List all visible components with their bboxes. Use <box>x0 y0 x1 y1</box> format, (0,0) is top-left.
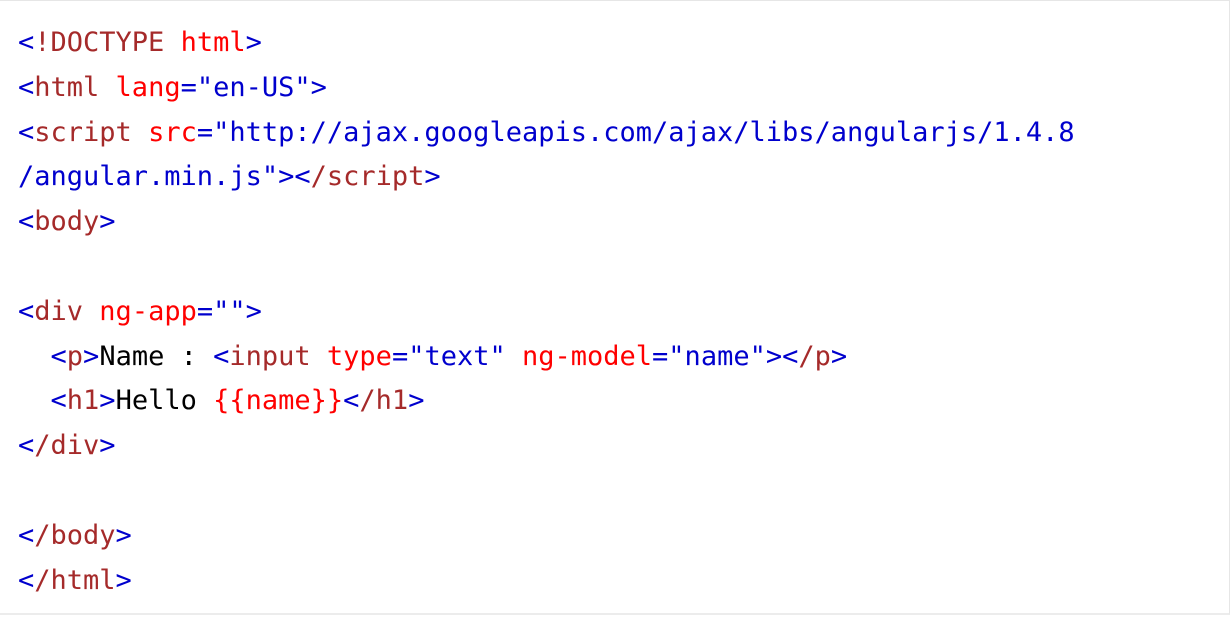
code-token-attr-value: ="text" <box>391 340 506 372</box>
code-line: <div ng-app=""> <box>18 290 1075 335</box>
code-line: <script src="http://ajax.googleapis.com/… <box>18 111 1075 156</box>
code-token-punctuation: > <box>830 340 848 372</box>
code-token-tag-name: /html <box>34 564 116 596</box>
code-line: <h1>Hello {{name}}</h1> <box>18 379 1075 424</box>
code-token-attr-name: html <box>164 27 246 58</box>
code-example-panel: <!DOCTYPE html> <html lang="en-US"> <scrip… <box>0 0 1230 615</box>
code-token-attr-value: ="http://ajax.googleapis.com/ajax/libs/a… <box>196 116 1075 148</box>
code-token-punctuation: > <box>99 430 116 462</box>
code-line: <!DOCTYPE html> <box>18 21 1075 66</box>
code-token-punctuation: > <box>115 564 132 596</box>
code-token-punctuation: < <box>18 295 35 327</box>
code-token-punctuation: > <box>99 385 116 417</box>
code-token-punctuation: < <box>213 340 230 372</box>
code-token-text: Hello <box>115 385 214 417</box>
code-token-attr-name: ng-app <box>83 295 197 327</box>
code-token-punctuation: < <box>18 430 35 462</box>
code-token-tag-name: /body <box>34 519 116 551</box>
code-line: <html lang="en-US"> <box>18 66 1075 111</box>
code-token-punctuation: < <box>18 71 35 103</box>
code-token-tag-name: !DOCTYPE <box>34 27 165 58</box>
code-token-punctuation: > <box>310 71 327 103</box>
code-token-punctuation: < <box>18 206 35 238</box>
code-token-punctuation: > <box>99 206 116 238</box>
code-line: <p>Name : <input type="text" ng-model="n… <box>18 335 1075 380</box>
code-token-tag-name: script <box>34 116 132 148</box>
code-block: <!DOCTYPE html> <html lang="en-US"> <scrip… <box>18 21 1075 603</box>
code-token-tag-name: body <box>34 206 100 238</box>
code-token-punctuation: < <box>18 27 35 58</box>
code-token-punctuation: > <box>83 340 100 372</box>
code-token-punctuation: < <box>343 385 360 417</box>
code-token-attr-value: ="name" <box>652 340 766 372</box>
code-line: </html> <box>18 559 1075 604</box>
code-line: </div> <box>18 424 1075 469</box>
code-token-punctuation: < <box>18 564 35 596</box>
code-token-tag-name: div <box>34 295 84 327</box>
code-token-attr-name: type <box>310 340 392 372</box>
code-line: /angular.min.js"></script> <box>18 155 1075 200</box>
code-token-punctuation: > <box>245 295 262 327</box>
code-token-expression: {{name}} <box>213 385 344 417</box>
code-token-tag-name: p <box>66 340 84 372</box>
code-token-attr-value: ="" <box>196 295 246 327</box>
code-token-punctuation: >< <box>278 161 311 193</box>
code-token-tag-name: html <box>34 71 100 103</box>
code-token-punctuation: < <box>18 519 35 551</box>
code-token-punctuation: > <box>245 27 262 58</box>
code-token-punctuation: < <box>50 340 67 372</box>
code-token-punctuation: > <box>424 161 441 193</box>
code-token-punctuation: >< <box>765 340 799 372</box>
code-token-text: Name : <box>99 340 214 372</box>
code-token-attr-name: ng-model <box>505 340 653 372</box>
code-token-tag-name: /script <box>310 161 425 193</box>
code-token-punctuation: > <box>115 519 132 551</box>
code-token-attr-name: lang <box>99 71 181 103</box>
code-line: <body> <box>18 200 1075 245</box>
code-token-punctuation: > <box>408 385 425 417</box>
code-token-tag-name: input <box>229 340 311 372</box>
code-token-punctuation: < <box>18 116 35 148</box>
code-token-attr-value: ="en-US" <box>180 71 311 103</box>
code-line: </body> <box>18 514 1075 559</box>
code-token-tag-name: /p <box>798 340 831 372</box>
code-token-tag-name: /div <box>34 430 100 462</box>
code-token-tag-name: h1 <box>66 385 100 417</box>
code-token-attr-name: src <box>131 116 197 148</box>
code-token-tag-name: /h1 <box>359 385 409 417</box>
code-token-punctuation: < <box>50 385 67 417</box>
code-token-attr-value: /angular.min.js" <box>18 161 279 193</box>
